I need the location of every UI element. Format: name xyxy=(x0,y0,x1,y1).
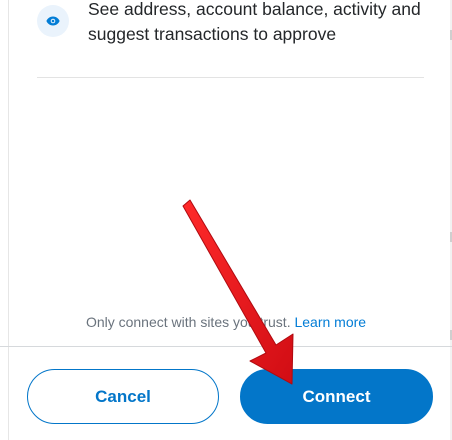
eye-icon-glyph xyxy=(46,16,60,26)
window-left-edge xyxy=(0,0,9,440)
trust-notice: Only connect with sites you trust. Learn… xyxy=(0,314,452,330)
divider xyxy=(37,77,424,78)
permission-item: See address, account balance, activity a… xyxy=(37,0,427,78)
connect-button[interactable]: Connect xyxy=(240,369,433,424)
trust-notice-text: Only connect with sites you trust. xyxy=(85,314,291,330)
eye-icon xyxy=(37,5,69,37)
footer-divider xyxy=(0,346,452,347)
permission-description: See address, account balance, activity a… xyxy=(88,0,421,44)
cancel-button[interactable]: Cancel xyxy=(27,369,219,424)
annotation-arrow-shape xyxy=(182,199,294,385)
learn-more-link[interactable]: Learn more xyxy=(294,314,366,330)
